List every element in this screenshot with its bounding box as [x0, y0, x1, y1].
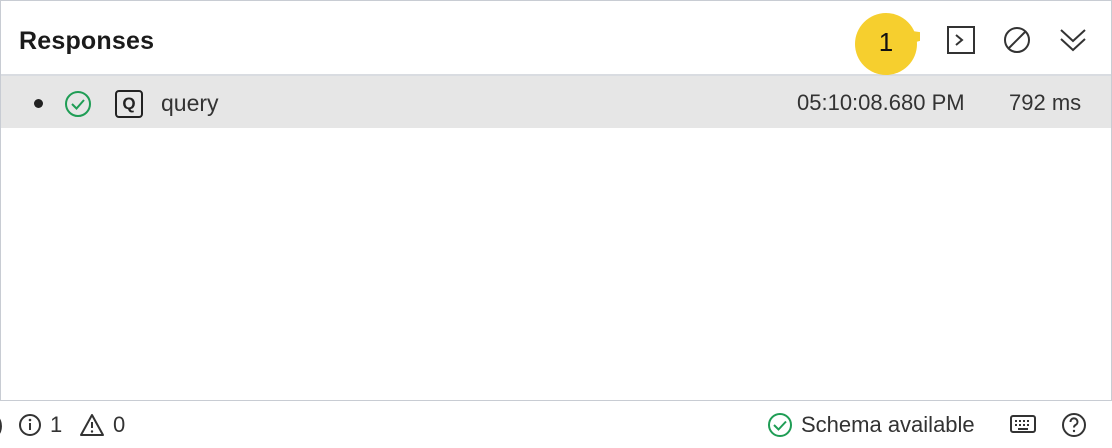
- warning-icon: [80, 414, 104, 436]
- info-icon: [19, 414, 41, 436]
- warning-count-value: 0: [113, 412, 126, 437]
- open-console-button[interactable]: [944, 23, 978, 57]
- response-time: 05:10:08.680 PM: [797, 90, 965, 115]
- response-row[interactable]: Q query 05:10:08.680 PM 792 ms: [1, 76, 1111, 128]
- schema-check-icon: [768, 413, 792, 437]
- clear-responses-button[interactable]: [1000, 23, 1034, 57]
- schema-status[interactable]: Schema available: [767, 412, 975, 438]
- chevron-double-down-icon: [1060, 29, 1086, 52]
- info-count[interactable]: 1: [18, 412, 62, 438]
- success-check-icon: [65, 91, 91, 117]
- clear-icon: [1004, 27, 1030, 53]
- response-name: query: [161, 90, 219, 116]
- warning-count[interactable]: 0: [79, 412, 125, 438]
- response-duration: 792 ms: [1009, 90, 1082, 115]
- responses-panel: Responses 1 Q query 05:10:08.680 PM 792 …: [0, 0, 1112, 401]
- status-bar: ) 1 0 Schema available: [0, 404, 1112, 448]
- terminal-icon: [947, 26, 975, 54]
- error-count-partial[interactable]: ): [0, 412, 3, 438]
- panel-title: Responses: [19, 27, 155, 55]
- error-count-partial-text: ): [0, 412, 3, 438]
- callout-number: 1: [878, 27, 894, 57]
- panel-header: Responses 1: [1, 1, 1111, 76]
- info-count-value: 1: [50, 412, 63, 437]
- callout-marker: 1: [852, 13, 942, 75]
- collapse-panel-button[interactable]: [1056, 23, 1090, 57]
- schema-status-text: Schema available: [801, 412, 975, 437]
- row-bullet: [34, 99, 43, 108]
- help-button[interactable]: [1061, 412, 1087, 438]
- help-icon: [1062, 413, 1086, 437]
- keyboard-icon: [1010, 415, 1036, 433]
- query-type-badge: Q: [115, 90, 143, 118]
- keyboard-shortcuts-button[interactable]: [1010, 414, 1036, 434]
